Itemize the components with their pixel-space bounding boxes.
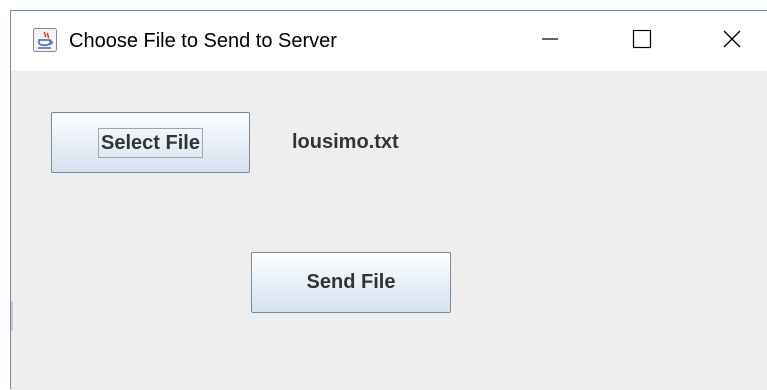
maximize-button[interactable] bbox=[607, 11, 677, 71]
window-title: Choose File to Send to Server bbox=[69, 30, 337, 52]
app-window: Choose File to Send to Server Select Fil… bbox=[10, 10, 767, 390]
close-button[interactable] bbox=[697, 11, 767, 71]
select-file-label: Select File bbox=[98, 127, 203, 158]
select-file-button[interactable]: Select File bbox=[51, 112, 250, 173]
content-panel: Select File lousimo.txt Send File bbox=[11, 71, 767, 390]
selected-file-name: lousimo.txt bbox=[292, 131, 399, 153]
title-bar[interactable]: Choose File to Send to Server bbox=[11, 11, 767, 71]
send-file-button[interactable]: Send File bbox=[251, 252, 451, 313]
window-edge-mark bbox=[11, 301, 13, 331]
maximize-icon bbox=[632, 29, 652, 54]
java-cup-icon bbox=[33, 28, 57, 52]
close-icon bbox=[722, 29, 742, 54]
minimize-button[interactable] bbox=[515, 11, 585, 71]
minimize-icon bbox=[540, 29, 560, 54]
